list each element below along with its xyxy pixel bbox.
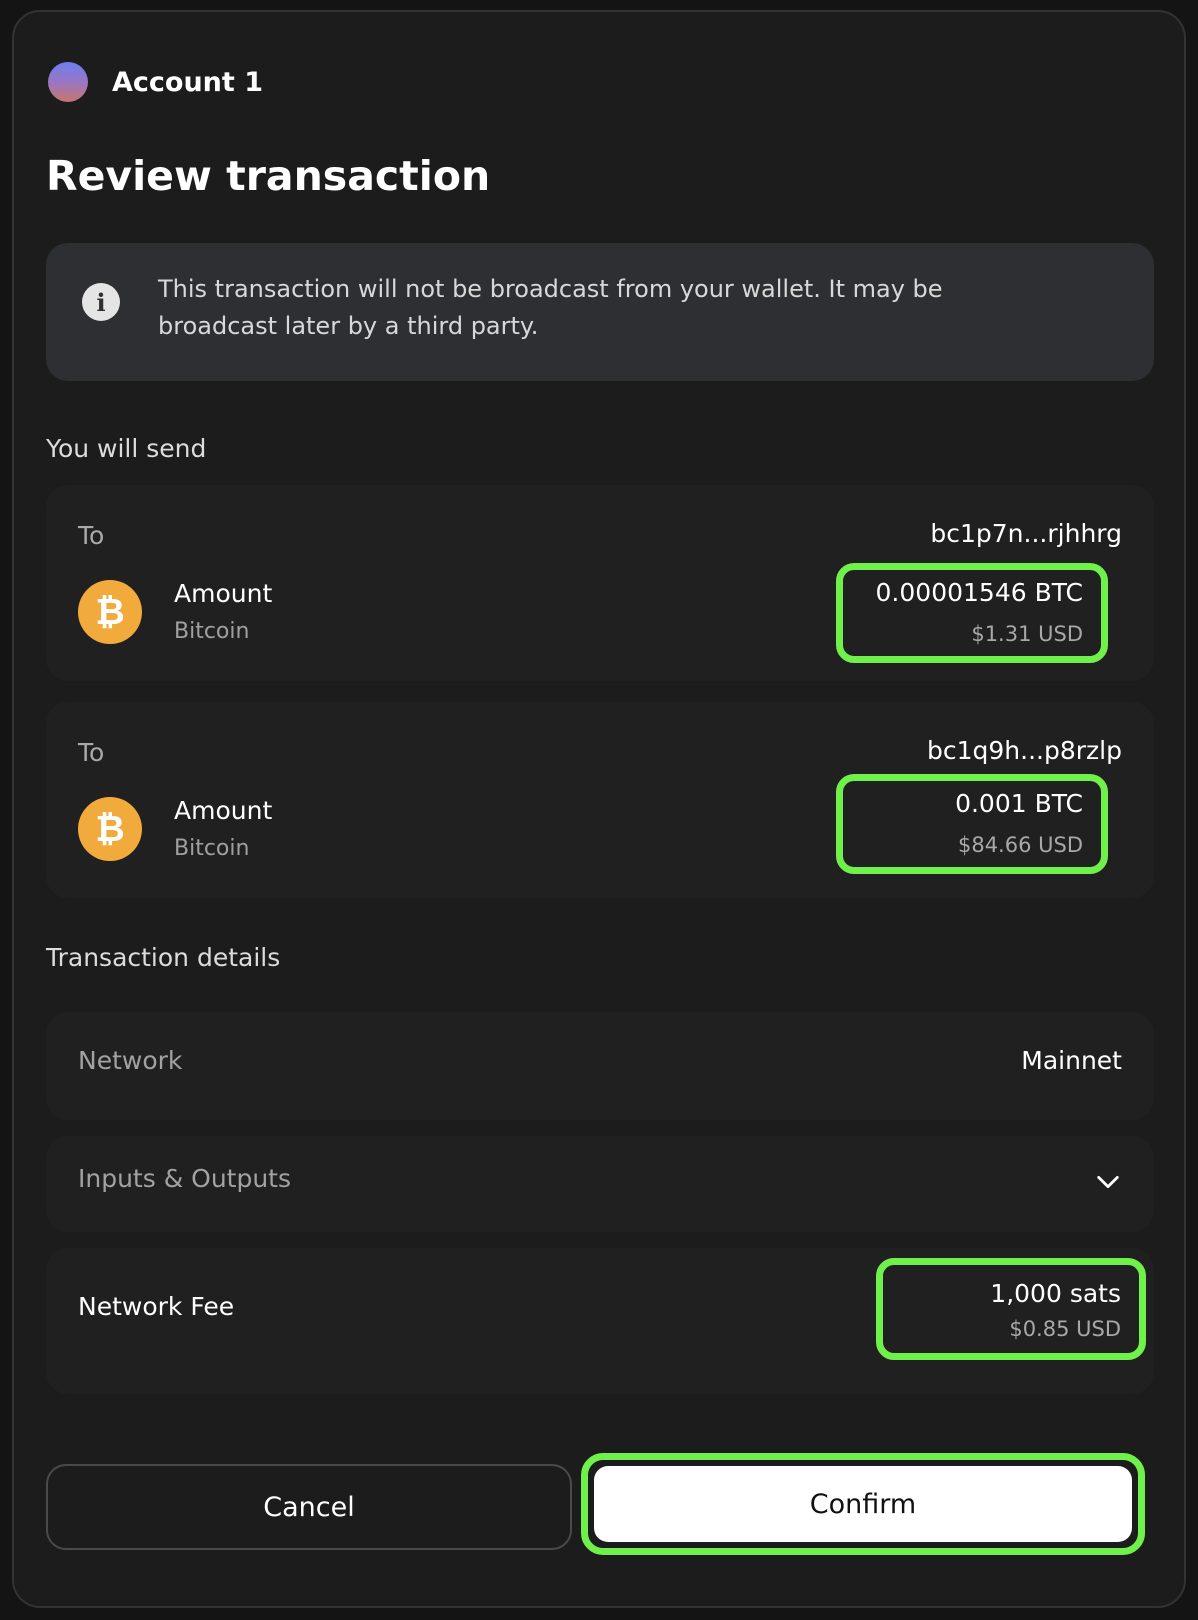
confirm-button[interactable]: Confirm bbox=[594, 1466, 1132, 1542]
broadcast-notice: i This transaction will not be broadcast… bbox=[46, 243, 1154, 381]
details-section-label: Transaction details bbox=[46, 943, 281, 972]
recipient-address[interactable]: bc1p7n...rjhhrg bbox=[930, 519, 1122, 548]
inputs-outputs-toggle[interactable]: Inputs & Outputs bbox=[46, 1136, 1154, 1232]
notice-text: This transaction will not be broadcast f… bbox=[158, 275, 943, 340]
network-fee-row: Network Fee 1,000 sats $0.85 USD bbox=[46, 1248, 1154, 1394]
amount-highlight: 0.00001546 BTC $1.31 USD bbox=[836, 563, 1108, 663]
network-value: Mainnet bbox=[1021, 1046, 1122, 1075]
amount-usd: $84.66 USD bbox=[957, 833, 1083, 857]
amount-highlight: 0.001 BTC $84.66 USD bbox=[836, 774, 1108, 874]
account-avatar bbox=[48, 62, 88, 102]
recipient-address[interactable]: bc1q9h...p8rzlp bbox=[927, 736, 1122, 765]
to-label: To bbox=[78, 738, 105, 767]
network-label: Network bbox=[78, 1046, 183, 1075]
page-title: Review transaction bbox=[46, 152, 491, 200]
fee-sats: 1,000 sats bbox=[990, 1279, 1121, 1308]
info-icon: i bbox=[82, 283, 120, 321]
account-name: Account 1 bbox=[112, 66, 263, 98]
amount-label: Amount bbox=[174, 796, 273, 825]
asset-name: Bitcoin bbox=[174, 836, 250, 861]
fee-usd: $0.85 USD bbox=[1009, 1317, 1121, 1341]
network-row: Network Mainnet bbox=[46, 1012, 1154, 1120]
amount-btc: 0.00001546 BTC bbox=[875, 578, 1083, 607]
fee-highlight: 1,000 sats $0.85 USD bbox=[876, 1258, 1146, 1360]
review-transaction-panel: Account 1 Review transaction i This tran… bbox=[12, 10, 1186, 1608]
bitcoin-icon: ₿ bbox=[78, 797, 142, 861]
network-fee-label: Network Fee bbox=[78, 1292, 235, 1321]
amount-usd: $1.31 USD bbox=[971, 622, 1083, 646]
account-header[interactable]: Account 1 bbox=[48, 62, 263, 102]
amount-label: Amount bbox=[174, 579, 273, 608]
send-output-card: To bc1q9h...p8rzlp ₿ Amount Bitcoin 0.00… bbox=[46, 702, 1154, 898]
send-section-label: You will send bbox=[46, 434, 207, 463]
send-output-card: To bc1p7n...rjhhrg ₿ Amount Bitcoin 0.00… bbox=[46, 485, 1154, 681]
inputs-outputs-label: Inputs & Outputs bbox=[78, 1164, 292, 1193]
cancel-button[interactable]: Cancel bbox=[46, 1464, 572, 1550]
chevron-down-icon bbox=[1097, 1175, 1119, 1189]
asset-name: Bitcoin bbox=[174, 619, 250, 644]
to-label: To bbox=[78, 521, 105, 550]
bitcoin-icon: ₿ bbox=[78, 580, 142, 644]
amount-btc: 0.001 BTC bbox=[955, 789, 1083, 818]
